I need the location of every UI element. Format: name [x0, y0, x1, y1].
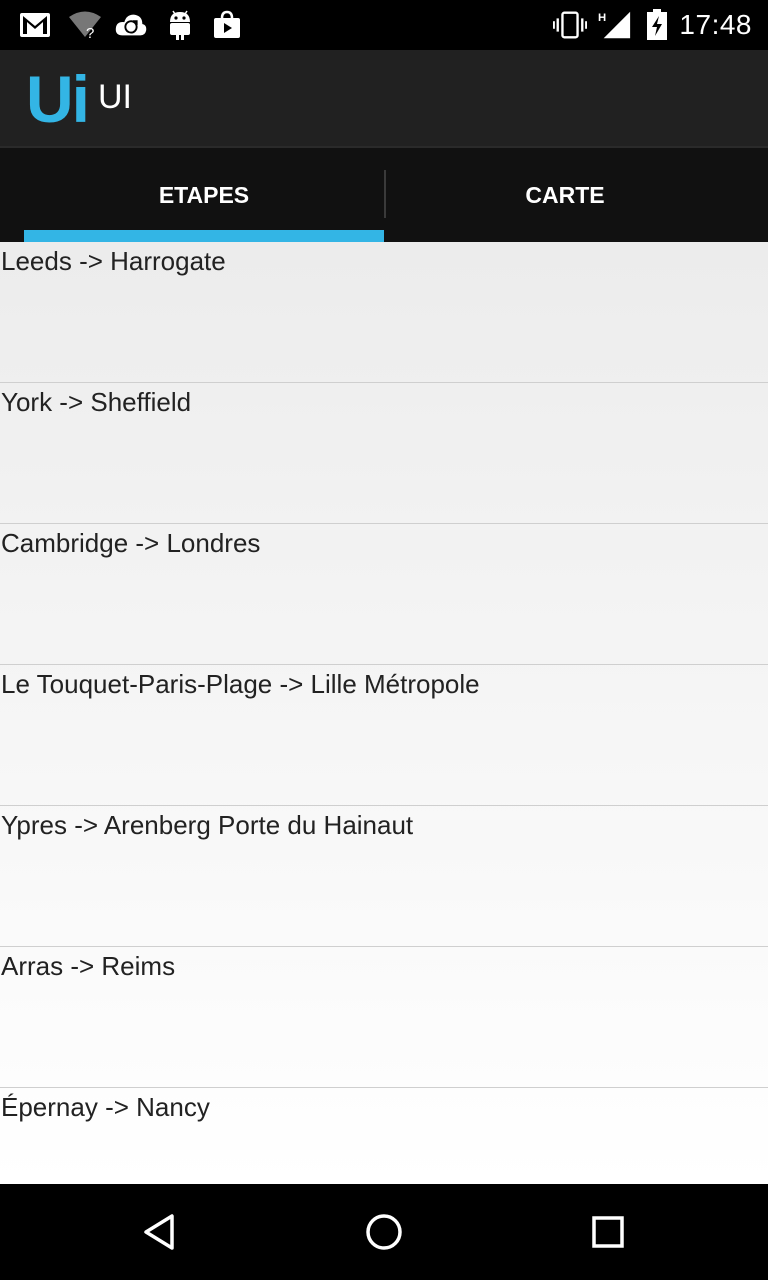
list-item[interactable]: Épernay -> Nancy	[0, 1088, 768, 1184]
tab-bar: ETAPES CARTE	[0, 148, 768, 242]
app-title: UI	[98, 78, 132, 116]
tab-selected-indicator	[24, 230, 384, 242]
back-icon[interactable]	[134, 1206, 186, 1258]
list-item-label: Épernay -> Nancy	[1, 1092, 210, 1122]
list-item-label: York -> Sheffield	[1, 387, 192, 417]
android-icon	[163, 8, 197, 42]
status-bar: ? H 17:48	[0, 0, 768, 50]
vibrate-icon	[553, 8, 587, 42]
recents-icon[interactable]	[582, 1206, 634, 1258]
list-item[interactable]: Leeds -> Harrogate	[0, 242, 768, 383]
gmail-icon	[18, 8, 52, 42]
list-item-label: Le Touquet-Paris-Plage -> Lille Métropol…	[1, 669, 480, 699]
list-item[interactable]: Ypres -> Arenberg Porte du Hainaut	[0, 806, 768, 947]
cloud-sync-icon	[114, 8, 148, 42]
stage-list[interactable]: Leeds -> Harrogate York -> Sheffield Cam…	[0, 242, 768, 1184]
list-item[interactable]: Arras -> Reims	[0, 947, 768, 1088]
battery-charging-icon	[640, 8, 674, 42]
list-item-label: Leeds -> Harrogate	[1, 246, 226, 276]
app-logo[interactable]: Ui	[26, 64, 90, 134]
list-item-label: Cambridge -> Londres	[1, 528, 261, 558]
svg-text:H: H	[598, 12, 606, 24]
svg-text:?: ?	[86, 25, 94, 40]
list-item-label: Arras -> Reims	[1, 951, 176, 981]
bag-icon	[210, 8, 244, 42]
list-item[interactable]: Cambridge -> Londres	[0, 524, 768, 665]
home-icon[interactable]	[358, 1206, 410, 1258]
navigation-bar	[0, 1184, 768, 1280]
action-bar: Ui UI	[0, 50, 768, 148]
list-item[interactable]: Le Touquet-Paris-Plage -> Lille Métropol…	[0, 665, 768, 806]
list-item[interactable]: York -> Sheffield	[0, 383, 768, 524]
clock: 17:48	[679, 9, 752, 40]
list-item-label: Ypres -> Arenberg Porte du Hainaut	[1, 810, 414, 840]
tab-carte[interactable]: CARTE	[385, 148, 745, 242]
wifi-question-icon: ?	[68, 8, 102, 42]
signal-icon: H	[598, 8, 632, 42]
tab-etapes[interactable]: ETAPES	[24, 148, 384, 242]
